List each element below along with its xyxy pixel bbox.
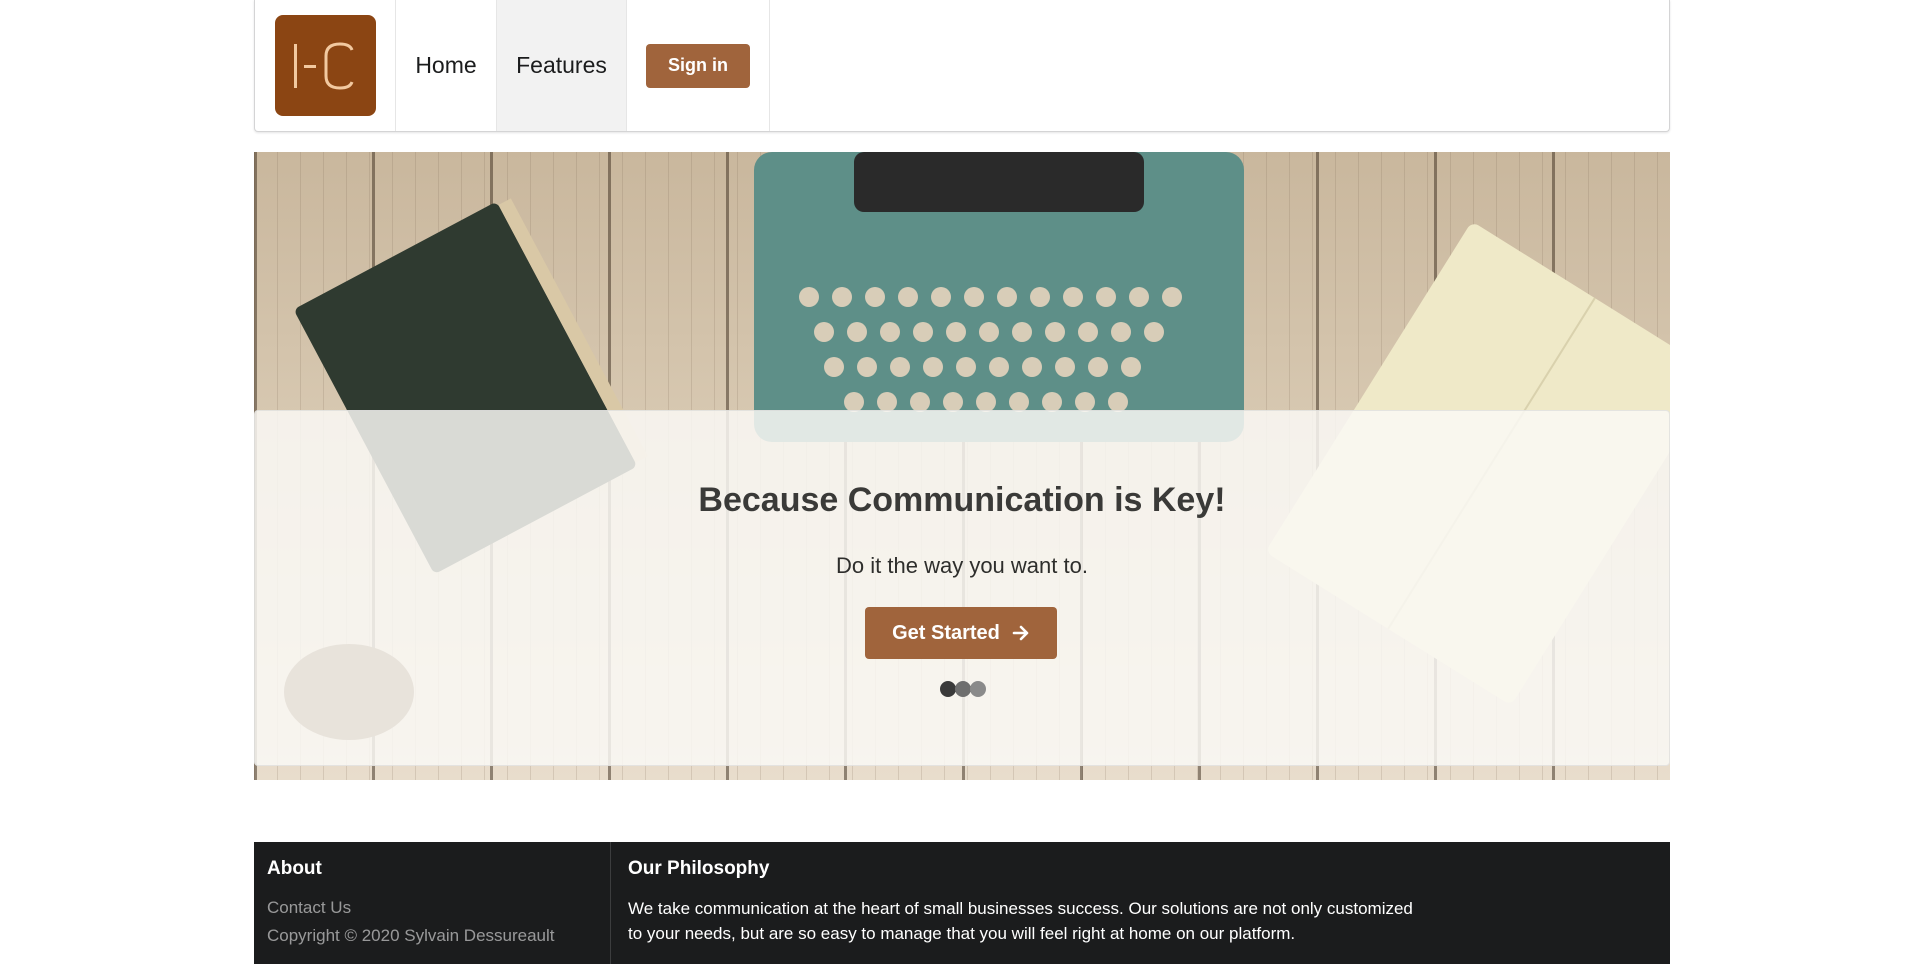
hero-card: Because Communication is Key! Do it the … [254, 410, 1670, 766]
page: Home Features Sign in Because Communicat… [0, 0, 1914, 971]
hero-title: Because Communication is Key! [698, 481, 1226, 519]
nav-item-label: Home [415, 52, 477, 78]
carousel-dot-2[interactable] [955, 681, 971, 697]
top-navbar: Home Features Sign in [254, 0, 1670, 132]
footer-philosophy-heading: Our Philosophy [628, 858, 770, 879]
footer-about-heading: About [267, 858, 322, 879]
footer-philosophy-column: Our Philosophy We take communication at … [611, 842, 1418, 964]
carousel-dot-1[interactable] [940, 681, 956, 697]
get-started-button[interactable]: Get Started [865, 607, 1057, 659]
contact-us-link[interactable]: Contact Us [267, 894, 610, 922]
hero-banner: Because Communication is Key! Do it the … [254, 152, 1670, 780]
nav-item-home[interactable]: Home [396, 0, 497, 131]
logo-mark-icon [294, 41, 354, 90]
carousel-dot-3[interactable] [970, 681, 986, 697]
sign-in-button[interactable]: Sign in [646, 43, 750, 88]
carousel-dots [940, 681, 986, 697]
logo [274, 15, 376, 116]
arrow-right-icon [1012, 625, 1029, 641]
philosophy-text: We take communication at the heart of sm… [628, 899, 1413, 943]
get-started-label: Get Started [892, 621, 1000, 644]
footer-about-column: About Contact Us Copyright © 2020 Sylvai… [254, 842, 611, 964]
nav-item-label: Features [516, 52, 607, 78]
hero-subtitle: Do it the way you want to. [836, 553, 1088, 578]
nav-item-signin: Sign in [627, 0, 770, 131]
copyright-text: Copyright © 2020 Sylvain Dessureault [267, 926, 555, 945]
logo-link[interactable] [255, 0, 396, 131]
footer: About Contact Us Copyright © 2020 Sylvai… [254, 842, 1670, 964]
nav-item-features[interactable]: Features [497, 0, 627, 131]
